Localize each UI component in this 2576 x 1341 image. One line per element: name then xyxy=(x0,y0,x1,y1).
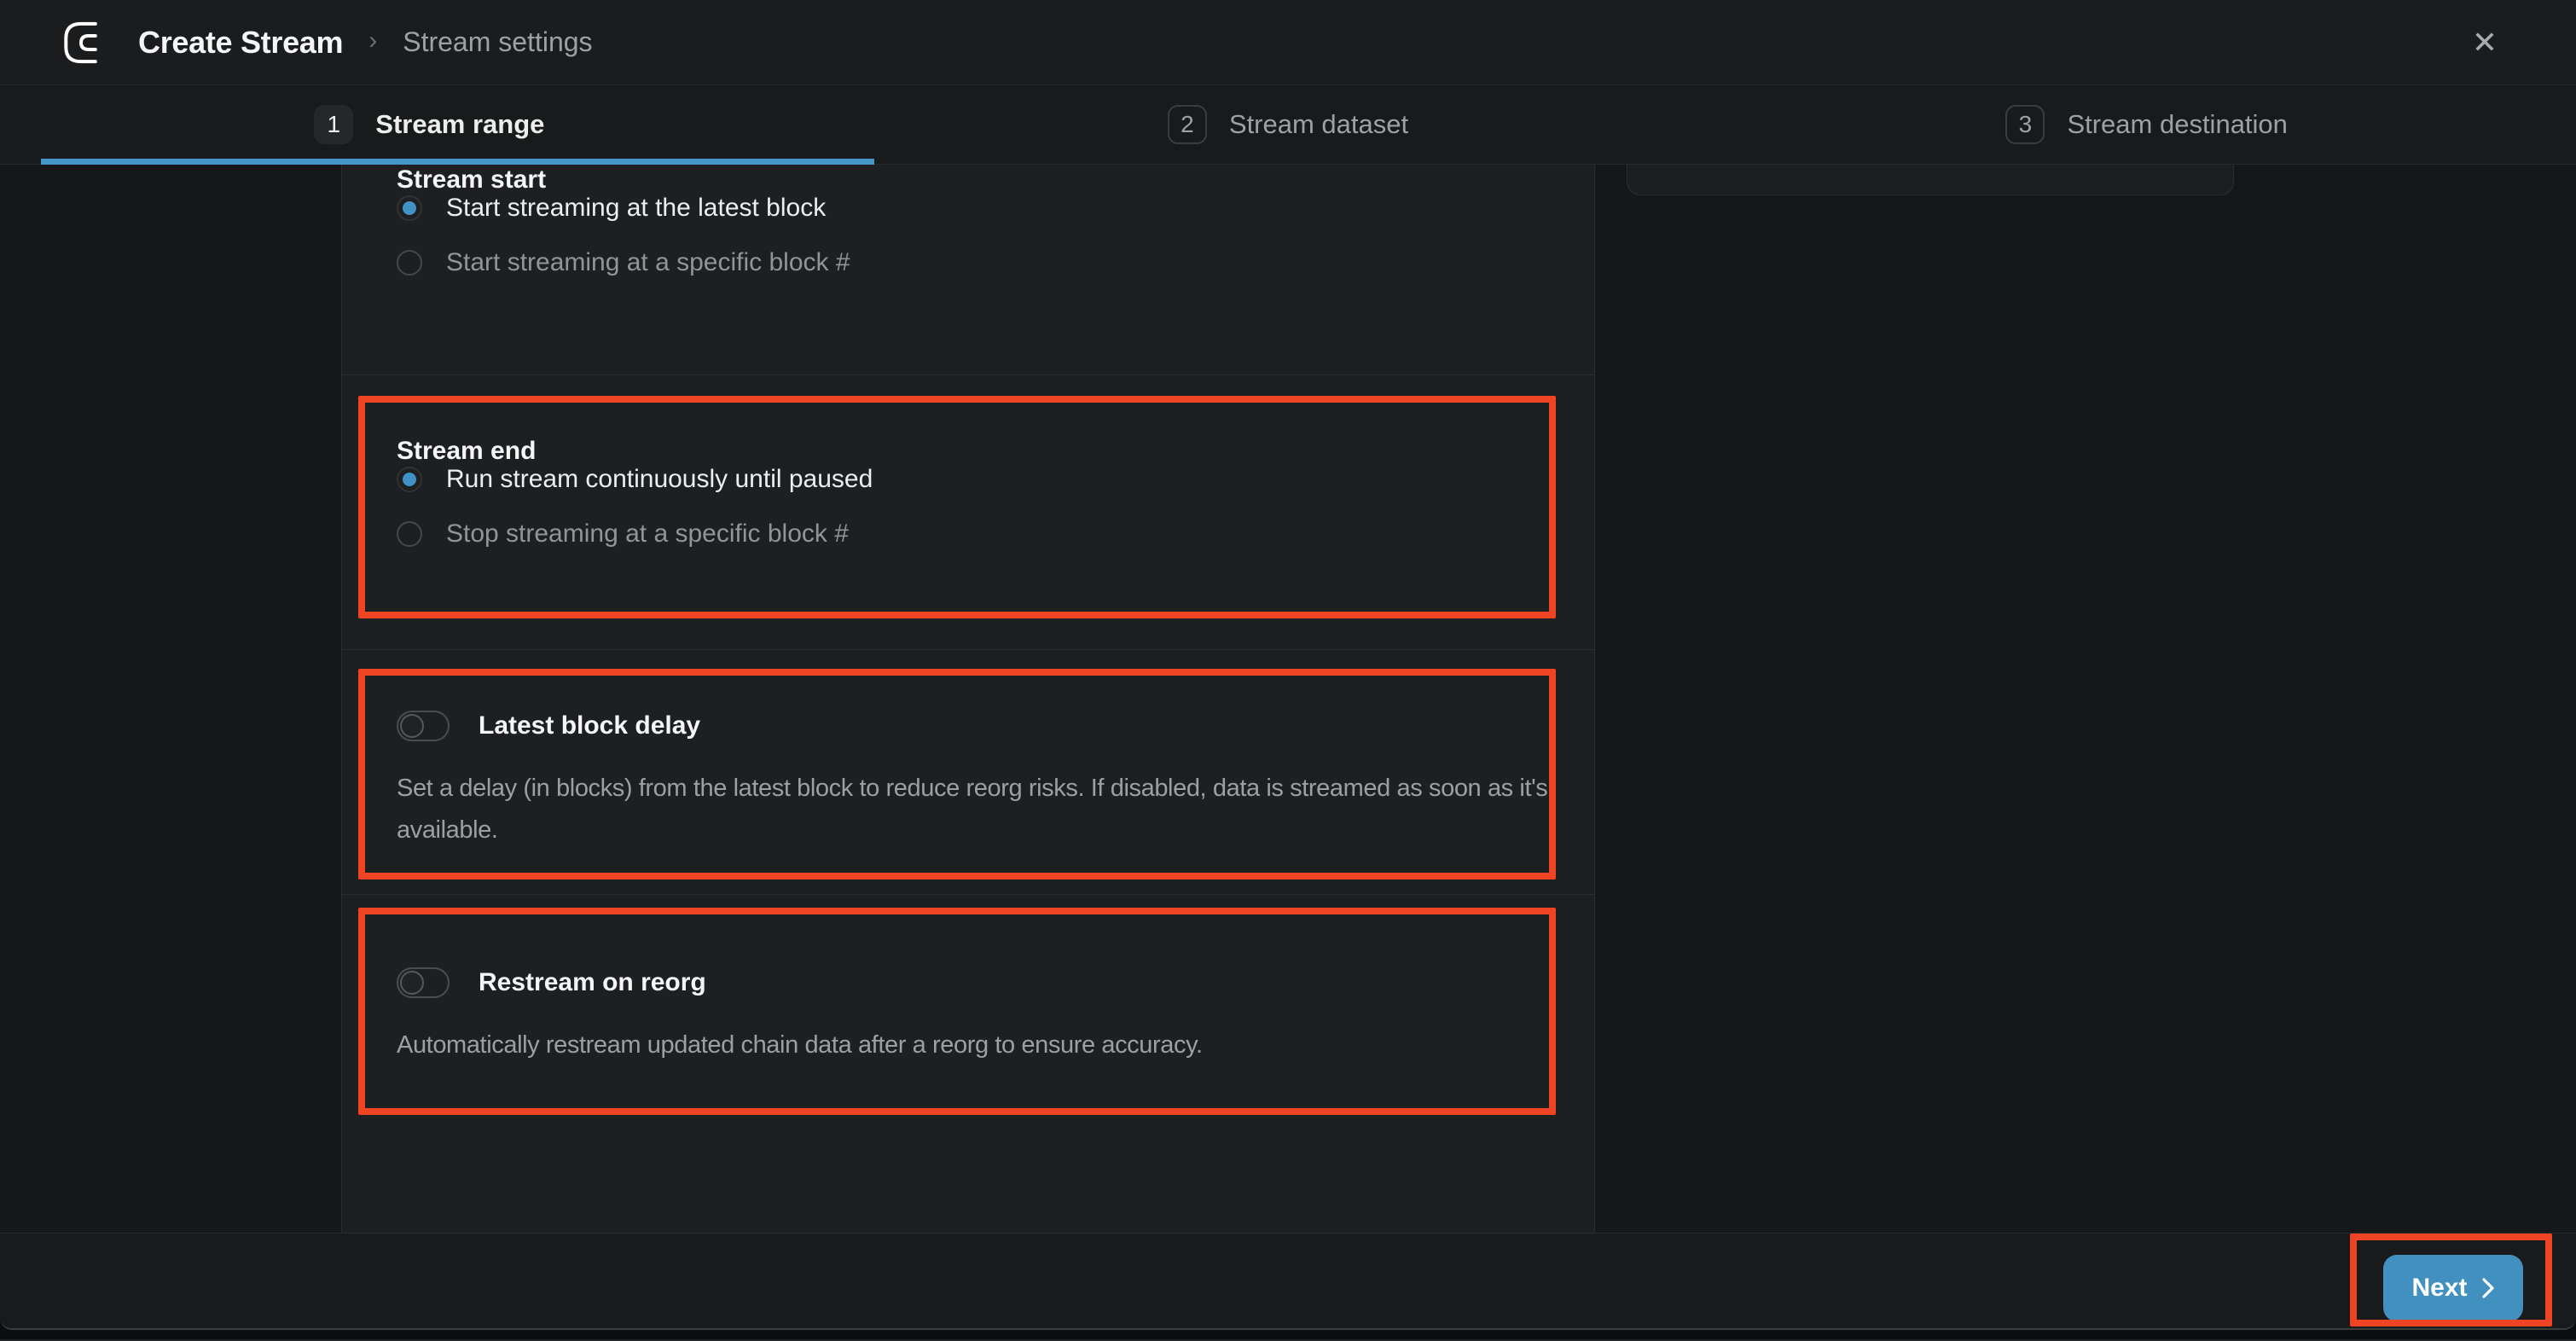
tab-label: Stream dataset xyxy=(1229,109,1408,140)
breadcrumb-chevron-icon: › xyxy=(368,26,377,55)
restream-on-reorg-section: Restream on reorg Automatically restream… xyxy=(342,894,1594,1143)
latest-block-delay-section: Latest block delay Set a delay (in block… xyxy=(342,649,1594,894)
toggle-label: Latest block delay xyxy=(479,711,700,740)
radio-stop-specific-block[interactable]: Stop streaming at a specific block # xyxy=(397,520,1540,548)
radio-unchecked-icon xyxy=(397,250,422,276)
modal-footer: Next xyxy=(0,1233,2576,1328)
next-button-label: Next xyxy=(2411,1274,2467,1303)
toggle-label: Restream on reorg xyxy=(479,968,706,997)
tab-stream-destination[interactable]: 3 Stream destination xyxy=(1717,85,2576,164)
latest-block-delay-toggle-row[interactable]: Latest block delay xyxy=(397,708,1540,744)
highlight-annotation-restream-on-reorg xyxy=(358,908,1556,1115)
toggle-off-icon[interactable] xyxy=(397,967,450,998)
radio-checked-icon xyxy=(397,195,422,221)
radio-start-latest-block[interactable]: Start streaming at the latest block xyxy=(397,194,1540,222)
toggle-knob xyxy=(400,971,424,995)
radio-label: Stop streaming at a specific block # xyxy=(446,520,849,549)
quicknode-logo-icon xyxy=(61,19,114,67)
section-description: Automatically restream updated chain dat… xyxy=(397,1025,1565,1066)
settings-scroll-area[interactable]: Stream start Start streaming at the late… xyxy=(0,165,2576,1233)
radio-run-continuously[interactable]: Run stream continuously until paused xyxy=(397,466,1540,493)
highlight-annotation-stream-end xyxy=(358,396,1556,618)
active-tab-underline xyxy=(41,159,874,165)
page-title: Create Stream xyxy=(138,25,343,61)
step-number-badge: 3 xyxy=(2005,105,2045,144)
radio-label: Run stream continuously until paused xyxy=(446,465,873,494)
section-description: Set a delay (in blocks) from the latest … xyxy=(397,768,1565,851)
close-icon[interactable]: ✕ xyxy=(2472,27,2498,58)
section-heading: Stream end xyxy=(397,437,1540,466)
summary-card-fragment xyxy=(1627,165,2234,195)
step-number-badge: 2 xyxy=(1168,105,1207,144)
next-button[interactable]: Next xyxy=(2383,1255,2523,1321)
modal-header: Create Stream › Stream settings ✕ xyxy=(0,0,2576,85)
stream-range-card: Stream start Start streaming at the late… xyxy=(341,165,1595,1233)
radio-checked-icon xyxy=(397,467,422,492)
radio-unchecked-icon xyxy=(397,521,422,547)
stream-start-section: Stream start Start streaming at the late… xyxy=(342,165,1594,374)
tab-label: Stream range xyxy=(375,109,544,140)
radio-label: Start streaming at the latest block xyxy=(446,194,826,223)
create-stream-modal: Create Stream › Stream settings ✕ 1 Stre… xyxy=(0,0,2576,1330)
chevron-right-icon xyxy=(2481,1277,2495,1299)
toggle-knob xyxy=(400,714,424,738)
radio-label: Start streaming at a specific block # xyxy=(446,248,850,277)
stream-end-section: Stream end Run stream continuously until… xyxy=(342,374,1594,649)
step-number-badge: 1 xyxy=(314,105,353,144)
breadcrumb: Stream settings xyxy=(403,26,592,58)
wizard-stepper: 1 Stream range 2 Stream dataset 3 Stream… xyxy=(0,85,2576,165)
tab-stream-dataset[interactable]: 2 Stream dataset xyxy=(859,85,1718,164)
toggle-off-icon[interactable] xyxy=(397,711,450,741)
radio-start-specific-block[interactable]: Start streaming at a specific block # xyxy=(397,249,1540,276)
tab-stream-range[interactable]: 1 Stream range xyxy=(0,85,859,164)
section-heading: Stream start xyxy=(397,165,1540,194)
restream-on-reorg-toggle-row[interactable]: Restream on reorg xyxy=(397,965,1540,1001)
tab-label: Stream destination xyxy=(2067,109,2287,140)
